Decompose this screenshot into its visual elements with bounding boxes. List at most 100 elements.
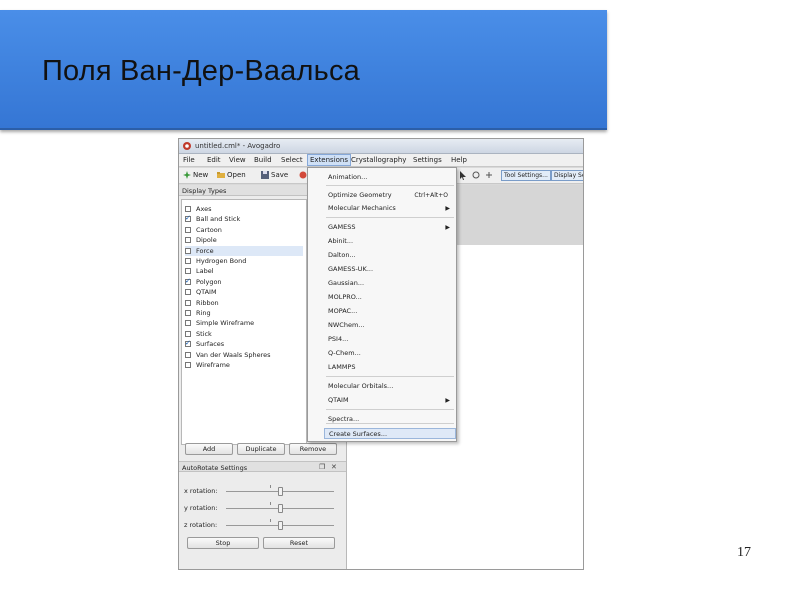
display-type-row[interactable]: Ribbon [185, 298, 303, 308]
display-type-checkbox[interactable] [185, 247, 191, 254]
display-type-checkbox[interactable] [185, 320, 191, 327]
display-type-checkbox[interactable] [185, 206, 191, 212]
extensions-menu-item[interactable]: Animation... [328, 172, 454, 183]
tool-settings-button[interactable]: Tool Settings... [501, 170, 551, 181]
slide-page-number: 17 [737, 545, 751, 560]
menu-item-shortcut: Ctrl+Alt+O [414, 192, 448, 199]
new-file-icon [183, 171, 191, 179]
close-file-icon[interactable] [299, 171, 307, 179]
menubar: File Edit View Build Select Extensions C… [179, 154, 583, 167]
display-type-row[interactable]: Wireframe [185, 360, 303, 370]
submenu-arrow-icon: ▶ [445, 397, 450, 404]
extensions-menu-item[interactable]: GAMESS ▶ [328, 222, 454, 233]
y-rotation-slider-handle[interactable] [278, 504, 283, 513]
x-rotation-slider-handle[interactable] [278, 487, 283, 496]
save-button[interactable]: Save [261, 171, 288, 179]
y-rotation-row: y rotation: [184, 502, 334, 514]
open-button[interactable]: Open [217, 171, 246, 179]
display-type-checkbox[interactable] [185, 310, 191, 316]
y-rotation-slider[interactable] [226, 502, 334, 513]
stop-button[interactable]: Stop [187, 537, 259, 549]
menu-crystallography[interactable]: Crystallography [349, 156, 408, 164]
menu-file[interactable]: File [181, 156, 197, 164]
display-type-row[interactable]: Hydrogen Bond [185, 256, 303, 266]
display-type-checkbox[interactable] [185, 330, 191, 337]
display-type-row[interactable]: Axes [185, 204, 303, 214]
extensions-menu-item[interactable]: MOPAC... [328, 306, 454, 317]
display-type-checkbox[interactable] [185, 299, 191, 306]
display-type-label: Label [196, 267, 214, 276]
close-icon[interactable]: ✕ [331, 463, 337, 471]
display-type-checkbox[interactable] [185, 289, 191, 296]
display-type-row[interactable]: Simple Wireframe [185, 318, 303, 328]
display-type-label: Ribbon [196, 298, 219, 307]
display-type-row[interactable]: Surfaces [185, 339, 303, 349]
remove-display-button[interactable]: Remove [289, 443, 337, 455]
avogadro-logo-icon [183, 142, 191, 150]
extensions-menu-item[interactable]: Spectra... [328, 414, 454, 425]
menu-item-label: NWChem... [328, 321, 365, 329]
display-type-row[interactable]: Polygon [185, 277, 303, 287]
duplicate-display-button[interactable]: Duplicate [237, 443, 285, 455]
extensions-menu-item[interactable]: Molecular Mechanics ▶ [328, 203, 454, 214]
menu-help[interactable]: Help [449, 156, 469, 164]
extensions-menu-item[interactable]: Q-Chem... [328, 348, 454, 359]
folder-open-icon [217, 172, 225, 178]
x-rotation-slider[interactable] [226, 485, 334, 496]
extensions-menu-item[interactable]: Gaussian... [328, 278, 454, 289]
z-rotation-slider-handle[interactable] [278, 521, 283, 530]
extensions-menu-item[interactable]: GAMESS-UK... [328, 264, 454, 275]
display-type-checkbox[interactable] [185, 362, 191, 368]
menu-settings[interactable]: Settings [411, 156, 444, 164]
extensions-menu-item[interactable]: Abinit... [328, 236, 454, 247]
select-tool-icon[interactable] [459, 171, 467, 180]
menu-build[interactable]: Build [252, 156, 274, 164]
display-type-checkbox[interactable] [185, 214, 191, 223]
display-type-row[interactable]: Van der Waals Spheres [185, 350, 303, 360]
extensions-menu-item[interactable]: PSI4... [328, 334, 454, 345]
display-type-row[interactable]: Cartoon [185, 225, 303, 235]
z-rotation-slider[interactable] [226, 519, 334, 530]
menu-item-label: Abinit... [328, 237, 354, 245]
menu-select[interactable]: Select [279, 156, 305, 164]
display-type-checkbox[interactable] [185, 226, 191, 233]
display-type-checkbox[interactable] [185, 258, 191, 264]
zoom-tool-icon[interactable] [485, 171, 493, 179]
autorotate-title-bar: AutoRotate Settings ❐ ✕ [179, 461, 346, 472]
display-type-checkbox[interactable] [185, 268, 191, 275]
extensions-menu-item[interactable]: LAMMPS [328, 362, 454, 373]
undock-icon[interactable]: ❐ [319, 463, 325, 471]
extensions-menu-item[interactable]: Optimize Geometry Ctrl+Alt+O [328, 190, 454, 201]
menu-edit[interactable]: Edit [205, 156, 223, 164]
menu-item-label: QTAIM [328, 396, 349, 404]
extensions-menu-item[interactable]: QTAIM ▶ [328, 395, 454, 406]
display-type-checkbox[interactable] [185, 351, 191, 358]
window-title: untitled.cml* - Avogadro [195, 142, 281, 150]
menu-view[interactable]: View [227, 156, 248, 164]
rotate-tool-icon[interactable] [472, 171, 480, 179]
menu-extensions[interactable]: Extensions [307, 154, 352, 166]
display-type-row[interactable]: Label [185, 266, 303, 276]
add-display-button[interactable]: Add [185, 443, 233, 455]
display-type-row[interactable]: QTAIM [185, 287, 303, 297]
extensions-menu-item[interactable]: MOLPRO... [328, 292, 454, 303]
extensions-menu-item[interactable]: Create Surfaces... [324, 428, 456, 439]
display-settings-button[interactable]: Display Se [551, 170, 583, 181]
open-label: Open [227, 171, 246, 179]
display-type-row[interactable]: Force [185, 245, 303, 256]
extensions-menu-item[interactable]: Dalton... [328, 250, 454, 261]
display-type-row[interactable]: Dipole [185, 235, 303, 245]
display-type-checkbox[interactable] [185, 237, 191, 244]
extensions-menu-item[interactable]: Molecular Orbitals... [328, 381, 454, 392]
extensions-menu-item[interactable]: NWChem... [328, 320, 454, 331]
display-type-label: QTAIM [196, 288, 217, 297]
display-type-row[interactable]: Stick [185, 329, 303, 339]
display-type-checkbox[interactable] [185, 339, 191, 348]
display-type-checkbox[interactable] [185, 277, 191, 285]
display-type-label: Hydrogen Bond [196, 257, 247, 265]
display-type-row[interactable]: Ring [185, 308, 303, 318]
display-type-row[interactable]: Ball and Stick [185, 214, 303, 224]
new-button[interactable]: New [183, 171, 208, 179]
reset-button[interactable]: Reset [263, 537, 335, 549]
menu-item-label: GAMESS [328, 223, 356, 231]
